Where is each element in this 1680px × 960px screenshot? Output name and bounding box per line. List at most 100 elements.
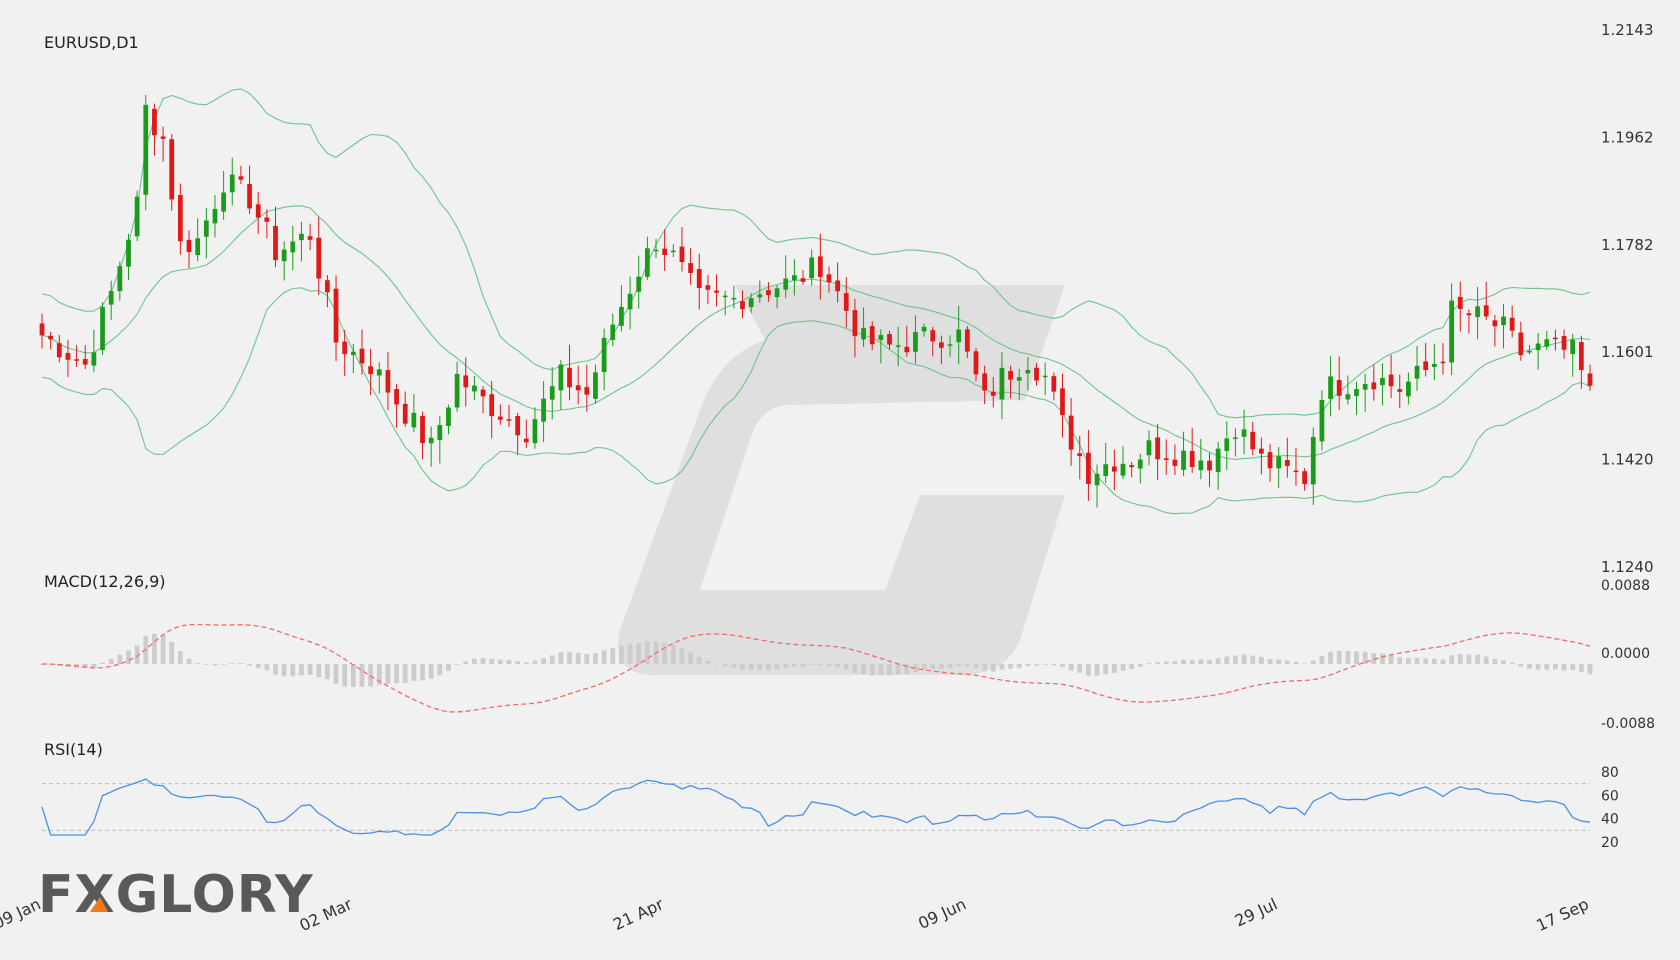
candle xyxy=(82,345,88,370)
macd-bar xyxy=(1198,659,1204,664)
candle xyxy=(1388,354,1394,399)
candle-body xyxy=(809,257,815,279)
candle-body xyxy=(186,239,192,253)
macd-bar xyxy=(1129,664,1135,669)
macd-bar xyxy=(1509,662,1515,664)
candle-body xyxy=(203,220,209,237)
candle xyxy=(670,244,676,258)
macd-bar xyxy=(575,652,581,664)
macd-bar xyxy=(593,653,598,664)
candle-body xyxy=(1258,448,1264,454)
macd-bar xyxy=(610,648,616,664)
candle-body xyxy=(126,239,131,267)
candle-body xyxy=(982,373,988,391)
candle-body xyxy=(1103,464,1109,477)
macd-bar xyxy=(549,655,555,664)
candle-body xyxy=(696,269,702,288)
candle-body xyxy=(1440,361,1446,364)
candle xyxy=(610,313,616,347)
macd-bar xyxy=(1492,658,1498,664)
candle-body xyxy=(1483,305,1489,317)
macd-bar xyxy=(91,664,97,668)
candle xyxy=(65,339,71,378)
macd-bar xyxy=(1189,659,1195,664)
macd-bar xyxy=(878,664,884,676)
macd-bar xyxy=(342,664,348,687)
candle xyxy=(1163,439,1169,475)
candle xyxy=(376,362,382,394)
candle-body xyxy=(593,372,598,399)
candle xyxy=(446,404,451,435)
candle xyxy=(1362,373,1368,412)
candle xyxy=(316,216,322,296)
candle-body xyxy=(1094,473,1100,486)
macd-bar xyxy=(1561,664,1567,671)
candle xyxy=(394,383,399,428)
candle xyxy=(601,328,607,391)
macd-bar xyxy=(385,664,391,684)
candle xyxy=(195,218,201,262)
macd-bar xyxy=(1284,660,1290,664)
candle-body xyxy=(394,389,399,405)
macd-bar xyxy=(1241,654,1247,664)
candle xyxy=(497,404,503,425)
macd-bar xyxy=(1207,659,1212,664)
macd-bar xyxy=(152,634,157,664)
rsi-tick-label: 60 xyxy=(1601,788,1619,804)
candle-body xyxy=(990,391,996,396)
candle-body xyxy=(800,278,806,282)
macd-bar xyxy=(722,664,728,666)
candle-body xyxy=(1198,460,1204,471)
candle-body xyxy=(904,346,910,353)
candle xyxy=(385,352,391,411)
macd-bar xyxy=(1466,654,1472,664)
macd-bar xyxy=(1137,664,1143,667)
macd-bar xyxy=(1025,664,1031,667)
macd-bar xyxy=(1163,661,1169,664)
macd-bar xyxy=(532,660,538,664)
candle-body xyxy=(973,351,979,375)
candle xyxy=(160,126,166,162)
candle-body xyxy=(1111,466,1117,472)
candle-body xyxy=(229,174,235,193)
macd-bar xyxy=(627,644,633,664)
candle-body xyxy=(169,139,175,200)
candle-body xyxy=(1042,375,1048,378)
candle-body xyxy=(679,246,685,263)
macd-bar xyxy=(1293,661,1299,664)
candle xyxy=(100,302,105,356)
macd-bar xyxy=(1328,651,1333,664)
candle xyxy=(290,225,296,271)
candle xyxy=(1509,305,1515,338)
macd-bar xyxy=(1233,655,1238,664)
macd-bar xyxy=(1181,659,1186,664)
macd-bar xyxy=(195,663,201,664)
candle-body xyxy=(273,225,278,261)
price-tick-label: 1.1782 xyxy=(1601,236,1654,254)
candle xyxy=(1224,421,1230,470)
price-tick-label: 1.1240 xyxy=(1601,558,1654,576)
candle-body xyxy=(1431,363,1437,367)
candle-body xyxy=(56,343,62,358)
candle xyxy=(1466,309,1472,334)
candle xyxy=(229,157,235,206)
candle xyxy=(1276,446,1282,488)
candle-body xyxy=(428,437,434,444)
macd-bar xyxy=(1250,655,1256,664)
candle-body xyxy=(437,425,443,441)
macd-bar xyxy=(1388,655,1394,664)
candle-body xyxy=(74,359,79,361)
candle-body xyxy=(964,329,970,352)
macd-bar xyxy=(247,664,252,666)
macd-bar xyxy=(325,664,330,680)
macd-bar xyxy=(1215,658,1221,664)
candle-body xyxy=(463,375,469,388)
macd-tick-label: 0.0000 xyxy=(1601,646,1650,662)
candle-body xyxy=(1241,429,1247,437)
candle-body xyxy=(446,407,451,426)
macd-bar xyxy=(835,664,840,668)
macd-bar xyxy=(264,664,270,671)
macd-bar xyxy=(1406,658,1411,664)
brand-logo: FXGLORY xyxy=(38,865,313,925)
macd-bar xyxy=(1570,664,1576,671)
